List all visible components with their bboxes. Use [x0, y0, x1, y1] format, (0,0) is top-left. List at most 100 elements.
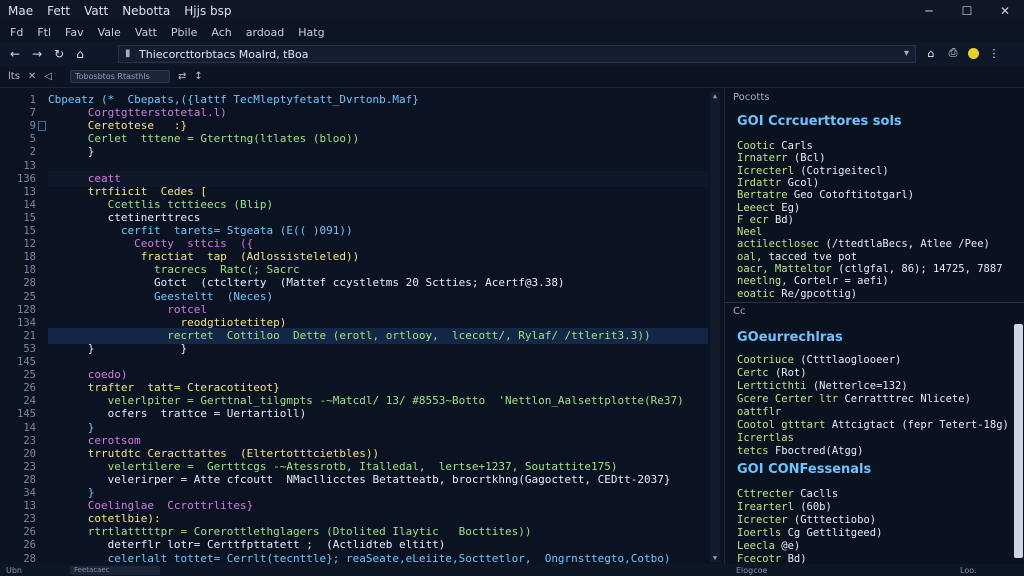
property-row[interactable]: Cootriuce (Ctttlaoglooeer): [737, 354, 1023, 367]
menubar-item-1[interactable]: Fd: [10, 26, 23, 39]
property-row[interactable]: Icrecter (Gtttectiobo): [737, 514, 1023, 527]
minimize-button[interactable]: ─: [910, 0, 948, 22]
fold-arrow-icon[interactable]: [38, 174, 46, 184]
property-key: Icrecterl: [737, 164, 801, 177]
fold-arrow-icon[interactable]: [38, 95, 46, 105]
property-row[interactable]: Irnaterr (Bcl): [737, 152, 1023, 165]
property-row[interactable]: oal, tacced tve pot: [737, 251, 1023, 264]
address-text: Thiecorcttorbtacs Moalrd, tBoa: [139, 47, 309, 61]
chevron-down-icon[interactable]: ▾: [904, 48, 909, 59]
property-row[interactable]: Cttrecter Caclls: [737, 488, 1023, 501]
property-value: (Ctttlaoglooeer): [800, 354, 902, 366]
property-row[interactable]: Irearterl (60b): [737, 501, 1023, 514]
menu-item-5[interactable]: Hjjs bsp: [184, 4, 231, 18]
window-controls: ─ ☐ ✕: [910, 0, 1024, 22]
property-key: Lertticthti: [737, 380, 813, 392]
property-row[interactable]: oacr, Matteltor (ctlgfal, 86); 14725, 78…: [737, 263, 1023, 276]
menubar-item-8[interactable]: ardoad: [246, 26, 285, 39]
property-row[interactable]: Icrecterl (Cotrigeitecl): [737, 165, 1023, 178]
line-number: 28: [23, 552, 36, 565]
home-icon[interactable]: ⌂: [924, 45, 938, 61]
scroll-down-icon[interactable]: ▼: [711, 554, 719, 562]
fold-arrow-icon[interactable]: [38, 134, 46, 144]
editor-scrollbar[interactable]: ▲ ▼: [710, 92, 720, 562]
menu-item-2[interactable]: Fett: [47, 4, 70, 18]
property-key: Cootriuce: [737, 354, 801, 366]
split-icon[interactable]: ↕: [194, 71, 202, 82]
property-row[interactable]: actilectlosec (/ttedtlaBecs, Atlee /Pee): [737, 238, 1023, 251]
property-row[interactable]: Leeect Eg): [737, 202, 1023, 215]
code-line[interactable]: celerlalt tottet= Cerrlt(tecnttle}; reaS…: [48, 551, 708, 565]
back-arrow-icon[interactable]: ←: [10, 47, 20, 61]
property-row[interactable]: Certc (Rot): [737, 367, 1023, 380]
menubar-item-5[interactable]: Vatt: [135, 26, 157, 39]
properties-panel: Pocotts GOI Ccrcuerttores sols Cootic Ca…: [724, 88, 1024, 565]
tab-chip[interactable]: Tobosbtos Rtasthls: [70, 70, 171, 83]
menu-item-1[interactable]: Mae: [8, 4, 33, 18]
close-icon[interactable]: ✕: [28, 71, 36, 82]
property-key: Cootic: [737, 140, 782, 152]
more-options-icon[interactable]: ⋮: [987, 45, 1001, 61]
panel-scrollbar[interactable]: [1014, 324, 1023, 558]
property-key: Leeect: [737, 201, 782, 214]
scroll-up-icon[interactable]: ▲: [711, 92, 719, 100]
section-title-2: GOeurrechlras: [737, 330, 843, 345]
property-row[interactable]: Cootol gtttart Attcigtact (fepr Tetert-1…: [737, 419, 1023, 432]
code-editor[interactable]: 1 7 9 5 2 13 136 13 14 15 15 12 18 18 28 25 128 134 21 53 14…: [0, 88, 722, 564]
property-row[interactable]: Lertticthti (Netterlce=132): [737, 380, 1023, 393]
property-value: Eg): [781, 201, 801, 214]
print-icon[interactable]: ⎙: [946, 45, 960, 61]
code-area[interactable]: Cbpeatz (* Cbepats,({lattf TecMleptyfeta…: [48, 88, 708, 564]
property-value: Cg Gettlitgeed): [787, 527, 883, 539]
property-key: Gcere Certer ltr: [737, 393, 845, 405]
breakpoint-icon[interactable]: [38, 121, 46, 132]
property-row[interactable]: F ecr Bd): [737, 214, 1023, 227]
home-icon[interactable]: ⌂: [76, 47, 84, 61]
property-row[interactable]: Bertatre Geo Cotoftitotgarl): [737, 189, 1023, 202]
property-row[interactable]: Cootic Carls: [737, 140, 1023, 153]
property-row[interactable]: Leecla @e): [737, 540, 1023, 553]
menu-item-4[interactable]: Nebotta: [122, 4, 170, 18]
property-value: Attcigtact (fepr Tetert-18g): [831, 419, 1009, 431]
maximize-button[interactable]: ☐: [948, 0, 986, 22]
menubar-item-7[interactable]: Ach: [211, 26, 231, 39]
menubar-item-9[interactable]: Hatg: [298, 26, 324, 39]
property-key: Icrecter: [737, 514, 794, 526]
menubar-item-2[interactable]: Ftl: [37, 26, 51, 39]
property-row[interactable]: eoatic Re/gpcottig): [737, 288, 1023, 301]
property-row[interactable]: Neel: [737, 226, 1023, 239]
property-row[interactable]: Icrertlas: [737, 432, 1023, 445]
address-bar[interactable]: ▮ Thiecorcttorbtacs Moalrd, tBoa ▾: [118, 45, 916, 63]
property-row[interactable]: oattflr: [737, 406, 1023, 419]
property-row[interactable]: Gcere Certer ltr Cerratttrec Nlicete): [737, 393, 1023, 406]
status-bar: Ubn Feetacaec Elogcoe Loo.: [0, 564, 1024, 576]
property-key: neetlng,: [737, 275, 794, 288]
menubar-item-4[interactable]: Vale: [98, 26, 121, 39]
swap-icon[interactable]: ⇄: [178, 71, 186, 82]
fold-arrow-icon[interactable]: [38, 108, 46, 118]
property-key: Ioertls: [737, 527, 788, 539]
forward-arrow-icon[interactable]: →: [32, 47, 42, 61]
property-key: tetcs: [737, 445, 775, 457]
menubar-item-6[interactable]: Pbile: [171, 26, 198, 39]
status-chip[interactable]: Feetacaec: [70, 565, 160, 575]
property-value: (Bcl): [793, 152, 826, 165]
menu-item-3[interactable]: Vatt: [84, 4, 108, 18]
property-row[interactable]: neetlng, Cortelr = aefi): [737, 275, 1023, 288]
property-row[interactable]: Irdattr Gcol): [737, 177, 1023, 190]
panel-header-2: Cc: [733, 306, 746, 317]
property-row[interactable]: Ioertls Cg Gettlitgeed): [737, 527, 1023, 540]
nav-buttons: ← → ↻ ⌂: [0, 47, 110, 61]
property-value: (60b): [800, 501, 832, 513]
close-button[interactable]: ✕: [986, 0, 1024, 22]
lock-icon: ▮: [125, 48, 131, 59]
property-row[interactable]: tetcs Fboctred(Atgg): [737, 445, 1023, 458]
property-key: Icrertlas: [737, 432, 794, 444]
toolbar-label[interactable]: lts: [8, 71, 20, 82]
menubar-item-3[interactable]: Fav: [65, 26, 84, 39]
collapse-icon[interactable]: ◁: [44, 71, 52, 82]
nav-right-icons: ⌂ ⎙ ⋮: [924, 45, 1001, 61]
fold-arrow-icon[interactable]: [38, 187, 46, 197]
profile-dot-icon[interactable]: [968, 47, 979, 59]
refresh-icon[interactable]: ↻: [54, 47, 64, 61]
